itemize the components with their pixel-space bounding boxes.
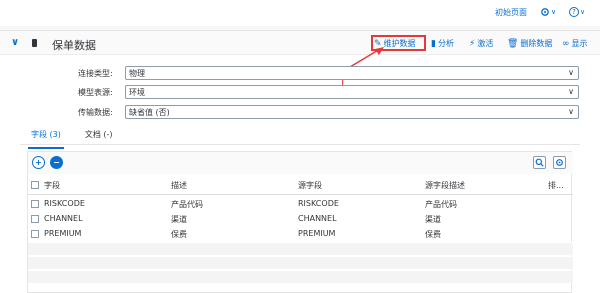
form-row-connection-type: 连接类型: 物理 ∨ [0,66,600,81]
page-title: 保单数据 [52,39,96,52]
cell-source-field: CHANNEL [298,214,337,223]
transfer-data-label: 传输数据: [78,108,113,117]
activate-label: 激活 [477,39,494,48]
activate-button[interactable]: ⚡ 激活 [469,36,493,51]
chevron-down-icon: ∨ [568,87,574,96]
gear-icon [541,8,549,16]
chevron-down-icon: ∨ [580,8,586,16]
chevron-down-icon: ∨ [568,107,574,116]
row-checkbox[interactable] [31,230,39,238]
help-menu-button[interactable]: ? ∨ [569,6,585,18]
pencil-icon: ✎ [374,38,382,49]
column-header-description[interactable]: 描述 [171,180,187,191]
maintain-data-label: 维护数据 [383,39,416,48]
top-bar: 初始页面 ∨ ? ∨ [0,0,600,26]
maintain-data-button[interactable]: ✎ 维护数据 [374,36,416,51]
model-source-select[interactable]: 环境 ∨ [125,85,579,99]
row-checkbox[interactable] [31,215,39,223]
connection-type-label: 连接类型: [78,69,113,78]
cell-source-description: 渠道 [425,215,441,224]
settings-menu-button[interactable]: ∨ [540,6,556,18]
collapse-chevron-icon[interactable]: ∨ [11,37,19,48]
plus-icon: + [35,158,42,167]
model-source-label: 模型表源: [78,88,113,97]
bar-chart-icon: ▮ [431,38,436,49]
connection-type-select[interactable]: 物理 ∨ [125,66,579,80]
display-label: 显示 [571,39,588,48]
minus-icon: − [53,158,60,167]
empty-row [28,242,573,255]
chevron-down-icon: ∨ [568,68,574,77]
analyze-label: 分析 [437,39,454,48]
tab-divider [20,144,580,145]
tab-bar: 字段 (3) 文档 (-) [28,129,116,149]
column-header-source-field[interactable]: 源字段 [298,180,322,191]
cell-description: 保费 [171,230,187,239]
table-toolbar: + − [28,152,573,174]
row-checkbox[interactable] [31,200,39,208]
form-row-model-source: 模型表源: 环境 ∨ [0,85,600,100]
empty-row [28,256,573,269]
fields-table: + − 字段 描述 源字段 源字段描述 排... RISKCODE 产品代码 R… [27,151,573,293]
table-header-row: 字段 描述 源字段 源字段描述 排... [28,178,573,195]
display-button[interactable]: ∞ 显示 [562,36,588,51]
glasses-icon: ∞ [562,38,570,49]
table-settings-button[interactable] [553,156,566,169]
cell-field: PREMIUM [44,229,82,238]
remove-row-button[interactable]: − [50,156,63,169]
connection-type-value: 物理 [129,69,145,78]
trash-icon: 🗑 [507,38,519,49]
panel-header: ∨ 保单数据 ✎ 维护数据 ▮ 分析 ⚡ 激活 🗑 删除数据 ∞ 显示 [0,31,600,55]
cell-source-description: 产品代码 [425,200,457,209]
start-page-link[interactable]: 初始页面 [495,7,527,18]
help-icon: ? [569,7,579,17]
cell-source-description: 保费 [425,230,441,239]
delete-data-label: 删除数据 [520,39,553,48]
cell-source-field: PREMIUM [298,229,336,238]
gear-icon [556,159,563,166]
table-row[interactable]: RISKCODE 产品代码 RISKCODE 产品代码 [28,197,573,211]
cell-description: 产品代码 [171,200,203,209]
analyze-button[interactable]: ▮ 分析 [431,36,454,51]
search-icon [535,158,544,167]
table-row[interactable]: CHANNEL 渠道 CHANNEL 渠道 [28,212,573,226]
tab-documents[interactable]: 文档 (-) [82,129,116,145]
activate-icon: ⚡ [469,38,476,49]
column-header-source-description[interactable]: 源字段描述 [425,180,465,191]
column-header-field[interactable]: 字段 [44,180,60,191]
cell-field: CHANNEL [44,214,83,223]
add-row-button[interactable]: + [32,156,45,169]
column-header-sort[interactable]: 排... [548,180,564,191]
table-search-button[interactable] [533,156,546,169]
delete-data-button[interactable]: 🗑 删除数据 [507,36,552,51]
tab-fields[interactable]: 字段 (3) [28,129,64,149]
cell-description: 渠道 [171,215,187,224]
select-all-checkbox[interactable] [31,181,39,189]
cell-source-field: RISKCODE [298,199,339,208]
transfer-data-select[interactable]: 缺省值 (否) ∨ [125,105,579,119]
chevron-down-icon: ∨ [551,8,557,16]
model-source-value: 环境 [129,88,145,97]
transfer-data-value: 缺省值 (否) [129,108,170,117]
form-row-transfer-data: 传输数据: 缺省值 (否) ∨ [0,105,600,120]
cell-field: RISKCODE [44,199,85,208]
empty-row [28,270,573,283]
table-row[interactable]: PREMIUM 保费 PREMIUM 保费 [28,227,573,241]
database-icon [32,39,37,47]
